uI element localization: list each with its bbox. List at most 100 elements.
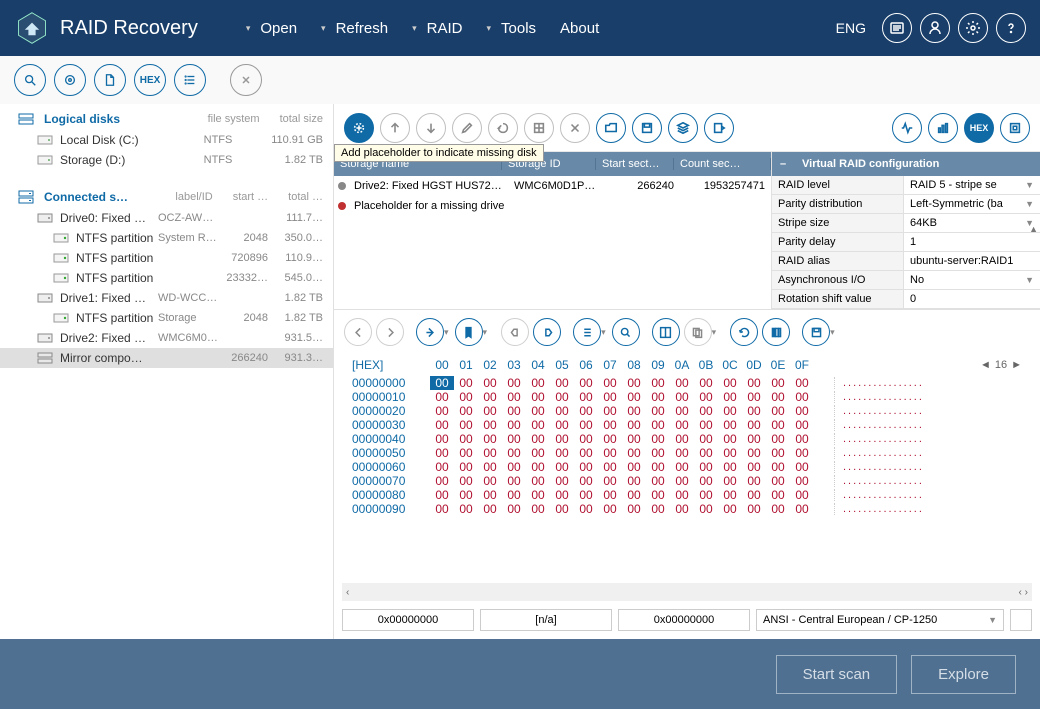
help-icon[interactable] (996, 13, 1026, 43)
list-icon[interactable] (174, 64, 206, 96)
storage-row[interactable]: Placeholder for a missing drive (334, 196, 771, 216)
grid-button[interactable] (524, 113, 554, 143)
raid-config-row[interactable]: Asynchronous I/ONo▼ (772, 271, 1040, 290)
connected-row[interactable]: Drive0: Fixed … OCZ-AW…111.7… (0, 208, 333, 228)
status-extra[interactable] (1010, 609, 1032, 631)
remove-button[interactable] (560, 113, 590, 143)
offset-input-2[interactable]: 0x00000000 (618, 609, 750, 631)
start-scan-button[interactable]: Start scan (776, 655, 898, 694)
close-icon[interactable] (230, 64, 262, 96)
hex-search-button[interactable] (612, 318, 640, 346)
footer: Start scan Explore (0, 639, 1040, 709)
hex-toolbar: ▾ ▾ ▾ ▾ ▾ (334, 310, 1040, 354)
raid-config-row[interactable]: RAID aliasubuntu-server:RAID1 (772, 252, 1040, 271)
hex-mode-button[interactable]: HEX (964, 113, 994, 143)
raid-config-row[interactable]: RAID levelRAID 5 - stripe se▼ (772, 176, 1040, 195)
user-icon[interactable] (920, 13, 950, 43)
undo-button[interactable] (488, 113, 518, 143)
connected-row[interactable]: NTFS partition System R…2048350.0… (0, 228, 333, 248)
nav-forward-button[interactable] (376, 318, 404, 346)
hex-list-button[interactable] (573, 318, 601, 346)
titlebar: RAID Recovery Open Refresh RAID Tools Ab… (0, 0, 1040, 56)
log-icon[interactable] (882, 13, 912, 43)
hex-row[interactable]: 0000007000000000000000000000000000000000… (352, 474, 1022, 488)
hex-row[interactable]: 0000008000000000000000000000000000000000… (352, 488, 1022, 502)
hex-refresh-button[interactable] (730, 318, 758, 346)
search-icon[interactable] (14, 64, 46, 96)
connected-row[interactable]: Mirror compo… 266240931.3… (0, 348, 333, 368)
hex-row[interactable]: 0000005000000000000000000000000000000000… (352, 446, 1022, 460)
page-next-icon[interactable]: ► (1011, 359, 1022, 371)
storage-icon (36, 351, 54, 365)
content-area: Add placeholder to indicate missing disk… (334, 104, 1040, 639)
hex-row[interactable]: 0000002000000000000000000000000000000000… (352, 404, 1022, 418)
page-prev-icon[interactable]: ◄ (980, 359, 991, 371)
raid-config-row[interactable]: Stripe size64KB▼ (772, 214, 1040, 233)
scan-icon[interactable] (54, 64, 86, 96)
connected-row[interactable]: Drive1: Fixed … WD-WCC…1.82 TB (0, 288, 333, 308)
status-mid[interactable]: [n/a] (480, 609, 612, 631)
raid-config-row[interactable]: Rotation shift value0 (772, 290, 1040, 309)
storage-row[interactable]: Drive2: Fixed HGST HUS722T1… WMC6M0D1PLC… (334, 176, 771, 196)
encoding-select[interactable]: ANSI - Central European / CP-1250▼ (756, 609, 1004, 631)
file-icon[interactable] (94, 64, 126, 96)
hex-columns-button[interactable] (762, 318, 790, 346)
expand-icon[interactable] (1000, 113, 1030, 143)
tag-right-button[interactable] (533, 318, 561, 346)
hex-row[interactable]: 0000003000000000000000000000000000000000… (352, 418, 1022, 432)
connected-row[interactable]: NTFS partition 23332…545.0… (0, 268, 333, 288)
menu-tools[interactable]: Tools (478, 14, 544, 43)
tooltip: Add placeholder to indicate missing disk (334, 144, 544, 162)
menu-raid[interactable]: RAID (404, 14, 470, 43)
open-button[interactable] (596, 113, 626, 143)
language-selector[interactable]: ENG (836, 20, 866, 36)
hex-save-button[interactable] (802, 318, 830, 346)
goto-button[interactable] (416, 318, 444, 346)
offset-input-1[interactable]: 0x00000000 (342, 609, 474, 631)
layers-button[interactable] (668, 113, 698, 143)
nav-back-button[interactable] (344, 318, 372, 346)
hex-copy-button[interactable] (684, 318, 712, 346)
hex-view[interactable]: [HEX] 000102030405060708090A0B0C0D0E0F ◄… (334, 354, 1040, 583)
move-down-button[interactable] (416, 113, 446, 143)
edit-button[interactable] (452, 113, 482, 143)
connected-row[interactable]: Drive2: Fixed … WMC6M0…931.5… (0, 328, 333, 348)
logical-disk-row[interactable]: Local Disk (C:)NTFS110.91 GB (0, 130, 333, 150)
tag-left-button[interactable] (501, 318, 529, 346)
upper-panels: Storage name Storage ID Start sect… Coun… (334, 152, 1040, 310)
app-title: RAID Recovery (60, 17, 198, 40)
storage-icon (36, 331, 54, 345)
connected-storages-icon (18, 190, 36, 204)
logical-disk-row[interactable]: Storage (D:)NTFS1.82 TB (0, 150, 333, 170)
menu-open[interactable]: Open (238, 14, 305, 43)
hex-scrollbar[interactable]: ‹‹ › (342, 583, 1032, 601)
hex-icon[interactable]: HEX (134, 64, 166, 96)
explore-button[interactable]: Explore (911, 655, 1016, 694)
chart-icon[interactable] (928, 113, 958, 143)
storage-icon (52, 251, 70, 265)
storage-icon (36, 211, 54, 225)
storage-icon (52, 271, 70, 285)
raid-config-row[interactable]: Parity distributionLeft-Symmetric (ba▼ (772, 195, 1040, 214)
hex-row[interactable]: 0000001000000000000000000000000000000000… (352, 390, 1022, 404)
activity-icon[interactable] (892, 113, 922, 143)
move-up-button[interactable] (380, 113, 410, 143)
menu-about[interactable]: About (552, 14, 607, 43)
scroll-up-icon[interactable]: ▲ (1029, 224, 1038, 234)
sidebar-connected-header: Connected s… label/IDstart …total … (0, 182, 333, 208)
menu-refresh[interactable]: Refresh (313, 14, 396, 43)
raid-config-row[interactable]: Parity delay1 (772, 233, 1040, 252)
connected-row[interactable]: NTFS partition Storage20481.82 TB (0, 308, 333, 328)
connected-row[interactable]: NTFS partition 720896110.9… (0, 248, 333, 268)
save-button[interactable] (632, 113, 662, 143)
settings-icon[interactable] (958, 13, 988, 43)
add-placeholder-button[interactable] (344, 113, 374, 143)
hex-row[interactable]: 0000006000000000000000000000000000000000… (352, 460, 1022, 474)
hex-row[interactable]: 0000000000000000000000000000000000000000… (352, 376, 1022, 390)
bookmark-button[interactable] (455, 318, 483, 346)
hex-row[interactable]: 0000004000000000000000000000000000000000… (352, 432, 1022, 446)
hex-row[interactable]: 0000009000000000000000000000000000000000… (352, 502, 1022, 516)
storage-icon (36, 291, 54, 305)
export-button[interactable] (704, 113, 734, 143)
hex-layout-button[interactable] (652, 318, 680, 346)
